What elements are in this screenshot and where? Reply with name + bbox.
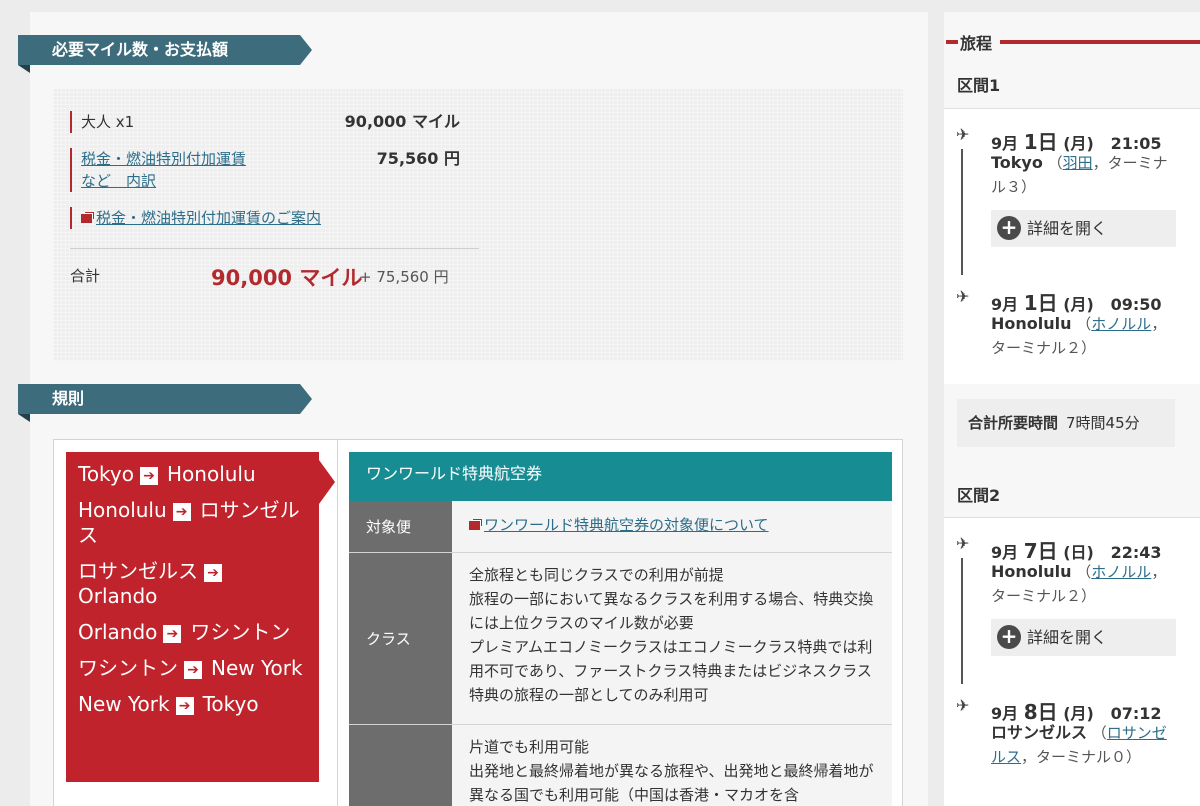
landing-plane-icon: ✈ xyxy=(956,287,970,306)
arrow-right-icon: ➔ xyxy=(163,625,182,643)
arrow-right-icon: ➔ xyxy=(175,697,194,715)
rules-box: Tokyo ➔ Honolulu Honolulu ➔ ロサンゼルス ロサンゼルス ➔Or… xyxy=(53,439,903,806)
departure-city: Honolulu （ホノルル，ターミナル２） xyxy=(991,562,1167,605)
rule-value: 全旅程とも同じクラスでの利用が前提 旅程の一部において異なるクラスを利用する場合… xyxy=(452,553,892,724)
departure-city: Tokyo （羽田，ターミナル３） xyxy=(991,153,1168,196)
route-item[interactable]: Tokyo ➔ Honolulu xyxy=(78,462,307,487)
total-duration: 合計所要時間 7時間45分 xyxy=(957,399,1175,447)
arrow-right-icon: ➔ xyxy=(140,467,158,485)
external-link-icon xyxy=(469,521,480,530)
open-details-button[interactable]: 詳細を開く xyxy=(991,210,1176,247)
arrival-city: Honolulu （ホノルル，ターミナル２） xyxy=(991,314,1167,357)
rule-value: ワンワールド特典航空券の対象便について xyxy=(452,501,892,552)
total-label: 合計 xyxy=(70,267,101,285)
column-divider xyxy=(337,440,338,806)
segment1-label: 区間1 xyxy=(957,76,1001,95)
rule-key: 対象便 xyxy=(349,501,452,552)
timeline-line xyxy=(961,149,963,275)
tax-row: 税金・燃油特別付加運賃 など 内訳 75,560 円 xyxy=(70,148,460,194)
itinerary-sidebar: 旅程 区間1 ✈ 9月 1日 (月) 21:05 Tokyo （羽田，ターミナル… xyxy=(944,12,1200,806)
arrow-right-icon: ➔ xyxy=(172,503,191,521)
rules-section-title: 規則 xyxy=(18,384,312,422)
segment2-card: ✈ 9月 7日 (日) 22:43 Honolulu （ホノルル，ターミナル２）… xyxy=(944,517,1200,806)
external-link-icon xyxy=(81,214,92,223)
takeoff-plane-icon: ✈ xyxy=(956,125,970,144)
payment-summary-box: 大人 x1 90,000 マイル 税金・燃油特別付加運賃 など 内訳 75,56… xyxy=(53,89,903,361)
fare-type-header: ワンワールド特典航空券 xyxy=(349,452,892,501)
rule-key xyxy=(349,725,452,806)
route-list: Tokyo ➔ Honolulu Honolulu ➔ ロサンゼルス ロサンゼルス ➔Or… xyxy=(66,452,335,782)
rule-value: 片道でも利用可能 出発地と最終帰着地が異なる旅程や、出発地と最終帰着地が異なる国… xyxy=(452,725,892,806)
total-miles: 90,000 マイル xyxy=(211,266,363,290)
table-row: 片道でも利用可能 出発地と最終帰着地が異なる旅程や、出発地と最終帰着地が異なる国… xyxy=(349,725,892,806)
tax-guide-row: 税金・燃油特別付加運賃のご案内 xyxy=(70,207,460,231)
airport-link[interactable]: ホノルル xyxy=(1091,315,1151,333)
arrival-city: ロサンゼルス （ロサンゼルス，ターミナル０） xyxy=(991,723,1167,766)
arrow-right-icon: ➔ xyxy=(204,564,222,582)
airport-link[interactable]: ホノルル xyxy=(1091,563,1151,581)
payment-section-title: 必要マイル数・お支払額 xyxy=(18,35,312,73)
adult-label: 大人 x1 xyxy=(70,111,134,133)
segment1-card: ✈ 9月 1日 (月) 21:05 Tokyo （羽田，ターミナル３） 詳細を開… xyxy=(944,108,1200,384)
arrow-right-icon: ➔ xyxy=(184,661,202,679)
timeline-line xyxy=(961,558,963,684)
table-row: クラス 全旅程とも同じクラスでの利用が前提 旅程の一部において異なるクラスを利用… xyxy=(349,553,892,725)
airport-link[interactable]: 羽田 xyxy=(1063,154,1093,172)
open-details-button[interactable]: 詳細を開く xyxy=(991,619,1176,656)
adult-miles-value: 90,000 マイル xyxy=(344,112,460,131)
route-item[interactable]: ワシントン ➔ New York xyxy=(78,656,307,681)
takeoff-plane-icon: ✈ xyxy=(956,534,970,553)
rule-key: クラス xyxy=(349,553,452,724)
segment2-label: 区間2 xyxy=(957,486,1001,505)
route-item[interactable]: Honolulu ➔ ロサンゼルス xyxy=(78,498,307,548)
landing-plane-icon: ✈ xyxy=(956,696,970,715)
route-item[interactable]: New York ➔ Tokyo xyxy=(78,692,307,717)
adult-fare-row: 大人 x1 90,000 マイル xyxy=(70,111,460,135)
tax-breakdown-link[interactable]: 税金・燃油特別付加運賃 など 内訳 xyxy=(70,148,246,192)
eligible-flights-link[interactable]: ワンワールド特典航空券の対象便について xyxy=(484,516,769,534)
divider xyxy=(70,248,479,249)
rules-table: 対象便 ワンワールド特典航空券の対象便について クラス 全旅程とも同じクラスでの… xyxy=(349,501,892,806)
route-item[interactable]: ロサンゼルス ➔Orlando xyxy=(78,559,307,609)
itinerary-title: 旅程 xyxy=(944,30,1200,53)
tax-guide-link[interactable]: 税金・燃油特別付加運賃のご案内 xyxy=(70,207,321,229)
tax-value: 75,560 円 xyxy=(376,149,460,168)
total-yen: + 75,560 円 xyxy=(359,268,449,286)
route-item[interactable]: Orlando ➔ ワシントン xyxy=(78,620,307,645)
table-row: 対象便 ワンワールド特典航空券の対象便について xyxy=(349,501,892,553)
